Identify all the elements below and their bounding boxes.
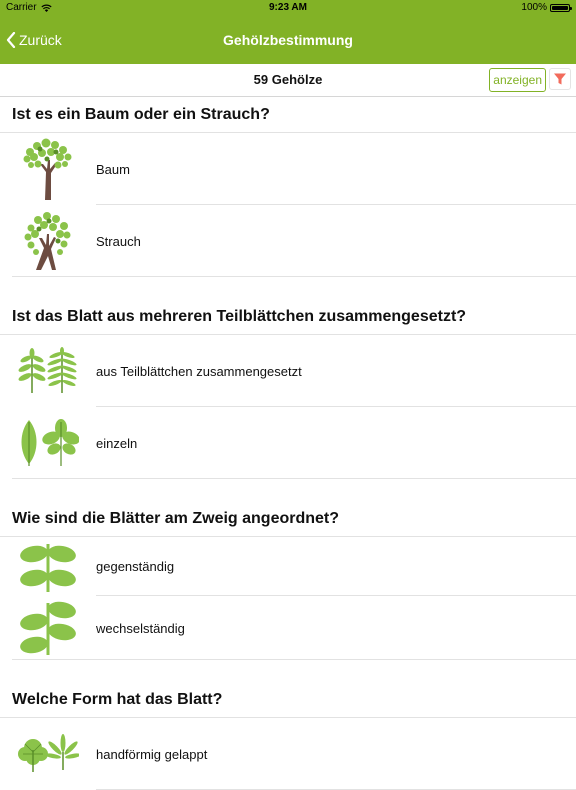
option-label: einzeln xyxy=(96,435,138,451)
shrub-icon xyxy=(24,212,71,270)
option-label: wechselständig xyxy=(96,620,185,636)
option-label: Baum xyxy=(96,161,130,177)
option-tree[interactable]: Baum xyxy=(0,133,576,205)
navigation-bar: Zurück Gehölzbestimmung xyxy=(0,16,576,64)
clock: 9:23 AM xyxy=(269,2,307,13)
compound-leaf-icon xyxy=(18,347,77,393)
battery-icon xyxy=(550,3,572,12)
alternate-leaves-icon xyxy=(20,601,76,655)
question-list: Ist es ein Baum oder ein Strauch? Baum S… xyxy=(0,97,576,790)
question-tree-or-shrub: Ist es ein Baum oder ein Strauch? xyxy=(0,97,576,133)
question-compound-leaf: Ist das Blatt aus mehreren Teilblättchen… xyxy=(0,299,576,335)
battery-percent: 100% xyxy=(521,2,547,13)
page-title: Gehölzbestimmung xyxy=(223,32,353,48)
option-label: Strauch xyxy=(96,233,141,249)
result-toolbar: 59 Gehölze anzeigen xyxy=(0,64,576,97)
chevron-left-icon xyxy=(6,32,16,48)
option-label: handförmig gelappt xyxy=(96,746,208,762)
option-compound[interactable]: aus Teilblättchen zusammengesetzt xyxy=(0,335,576,407)
filter-icon xyxy=(554,73,566,85)
option-palmate[interactable]: handförmig gelappt xyxy=(0,718,576,790)
show-results-button[interactable]: anzeigen xyxy=(489,68,546,92)
tree-icon xyxy=(23,138,72,200)
question-leaf-arrangement: Wie sind die Blätter am Zweig angeordnet… xyxy=(0,501,576,537)
palmate-leaf-icon xyxy=(18,734,79,772)
status-bar: Carrier 9:23 AM 100% xyxy=(0,0,576,16)
back-button[interactable]: Zurück xyxy=(6,16,62,64)
option-opposite[interactable]: gegenständig xyxy=(0,537,576,596)
option-alternate[interactable]: wechselständig xyxy=(0,596,576,660)
question-leaf-shape: Welche Form hat das Blatt? xyxy=(0,682,576,718)
back-label: Zurück xyxy=(19,32,62,48)
option-shrub[interactable]: Strauch xyxy=(0,205,576,277)
filter-button[interactable] xyxy=(549,68,571,90)
opposite-leaves-icon xyxy=(20,543,76,592)
single-leaf-icon xyxy=(21,419,79,466)
option-label: gegenständig xyxy=(96,559,175,574)
battery-level xyxy=(552,5,568,10)
option-label: aus Teilblättchen zusammengesetzt xyxy=(96,363,302,379)
option-single[interactable]: einzeln xyxy=(0,407,576,479)
